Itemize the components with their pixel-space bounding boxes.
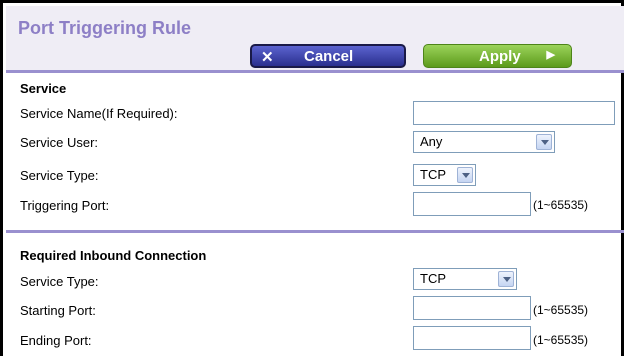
header: Port Triggering Rule ✕ Cancel Apply ▶ <box>6 6 624 70</box>
ending-port-label: Ending Port: <box>20 333 92 348</box>
inbound-service-type-label: Service Type: <box>20 274 99 289</box>
apply-button-label: Apply <box>479 48 521 65</box>
service-name-label: Service Name(If Required): <box>20 106 178 121</box>
triggering-port-input[interactable] <box>413 192 531 216</box>
triggering-port-range: (1~65535) <box>533 198 589 212</box>
divider <box>6 230 624 233</box>
page-frame: Port Triggering Rule ✕ Cancel Apply ▶ Se… <box>0 0 624 356</box>
chevron-down-icon[interactable] <box>536 134 552 150</box>
divider <box>6 70 624 73</box>
service-type-select[interactable]: TCP <box>413 164 476 186</box>
service-user-label: Service User: <box>20 135 99 150</box>
cancel-button[interactable]: ✕ Cancel <box>250 44 406 68</box>
service-user-select[interactable]: Any <box>413 131 555 153</box>
service-name-input[interactable] <box>413 101 615 125</box>
chevron-down-icon[interactable] <box>457 167 473 183</box>
play-arrow-icon: ▶ <box>546 49 555 61</box>
starting-port-label: Starting Port: <box>20 303 96 318</box>
service-type-value: TCP <box>420 167 446 182</box>
service-user-value: Any <box>420 134 443 149</box>
service-type-label: Service Type: <box>20 168 99 183</box>
close-icon: ✕ <box>261 49 274 66</box>
section-title-inbound: Required Inbound Connection <box>20 248 207 263</box>
section-title-service: Service <box>20 81 67 96</box>
starting-port-input[interactable] <box>413 296 531 320</box>
starting-port-range: (1~65535) <box>533 303 589 317</box>
inbound-service-type-select[interactable]: TCP <box>413 268 517 290</box>
page-title: Port Triggering Rule <box>18 18 192 38</box>
cancel-button-label: Cancel <box>304 48 354 65</box>
ending-port-input[interactable] <box>413 326 531 350</box>
triggering-port-label: Triggering Port: <box>20 198 110 213</box>
apply-button[interactable]: Apply ▶ <box>423 44 572 68</box>
chevron-down-icon[interactable] <box>498 271 514 287</box>
inbound-service-type-value: TCP <box>420 271 446 286</box>
ending-port-range: (1~65535) <box>533 333 589 347</box>
